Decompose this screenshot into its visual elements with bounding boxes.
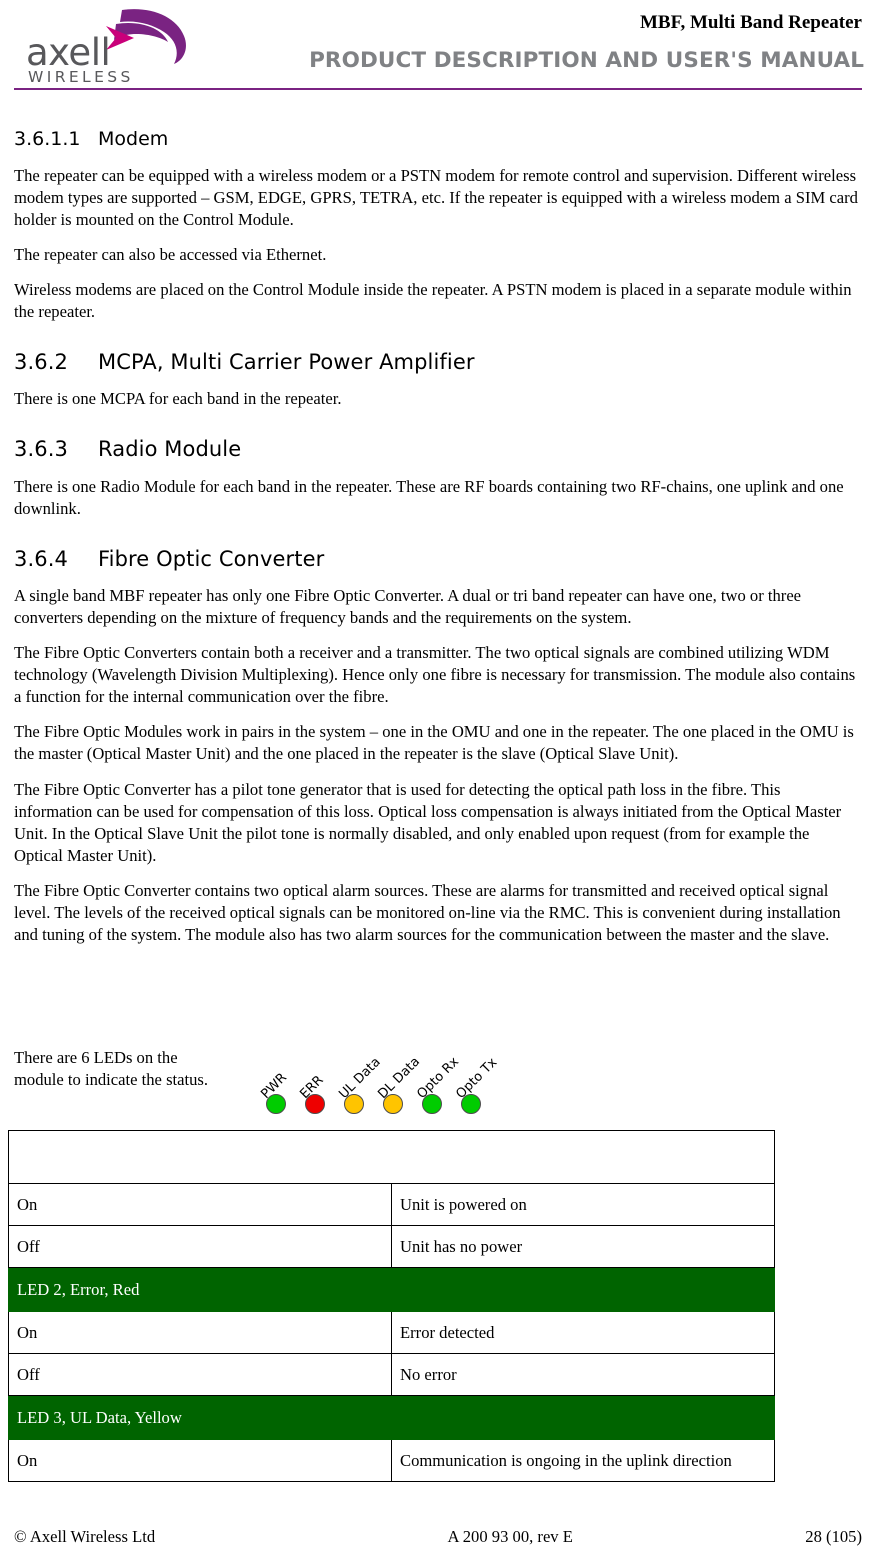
led-indicator-3 <box>383 1094 403 1114</box>
paragraph-fibre-optic-3: The Fibre Optic Modules work in pairs in… <box>14 722 854 764</box>
table-cell-group-label: LED 2, Error, Red <box>8 1267 775 1312</box>
heading-radio-module-title: Radio Module <box>98 437 242 462</box>
document-body: 3.6.1.1 Modem The repeater can be equippe… <box>14 128 862 946</box>
led-indicator-row <box>266 1092 556 1118</box>
heading-fibre-optic: 3.6.4 Fibre Optic Converter <box>14 546 862 572</box>
page-header: axell WIRELESS MBF, Multi Band Repeater … <box>0 0 876 92</box>
paragraph-fibre-optic-4: The Fibre Optic Converter has a pilot to… <box>14 779 842 865</box>
table-cell-blank <box>8 1130 775 1184</box>
table-row: Off Unit has no power <box>8 1225 775 1268</box>
led-module-diagram: PWR ERR UL Data DL Data Opto Rx Opto Tx <box>258 1040 556 1125</box>
heading-fibre-optic-title: Fibre Optic Converter <box>98 546 325 571</box>
header-document-subtitle: PRODUCT DESCRIPTION AND USER'S MANUAL <box>309 48 864 73</box>
table-cell-state: On <box>8 1311 392 1354</box>
heading-mcpa: 3.6.2 MCPA, Multi Carrier Power Amplifier <box>14 349 862 375</box>
heading-radio-module-number: 3.6.3 <box>14 437 68 462</box>
table-cell-description: No error <box>391 1353 775 1396</box>
heading-mcpa-number: 3.6.2 <box>14 350 68 375</box>
table-row-blank <box>8 1130 775 1184</box>
table-row: On Unit is powered on <box>8 1183 775 1226</box>
paragraph-fibre-optic-2: The Fibre Optic Converters contain both … <box>14 643 856 707</box>
led-figure-note: There are 6 LEDs on the module to indica… <box>14 1048 209 1090</box>
axell-wireless-logo: axell WIRELESS <box>14 8 204 86</box>
logo-brand-text: axell <box>26 31 111 74</box>
table-cell-state: On <box>8 1439 392 1482</box>
paragraph-modem-1: The repeater can be equipped with a wire… <box>14 165 858 229</box>
led-status-table: On Unit is powered on Off Unit has no power… <box>8 1130 775 1482</box>
paragraph-fibre-optic-5: The Fibre Optic Converter contains two o… <box>14 880 841 944</box>
led-figure-block: There are 6 LEDs on the module to indica… <box>14 1040 862 1125</box>
led-indicator-4 <box>422 1094 442 1114</box>
led-indicator-5 <box>461 1094 481 1114</box>
table-cell-state: On <box>8 1183 392 1226</box>
paragraph-modem-3: Wireless modems are placed on the Contro… <box>14 280 852 322</box>
heading-mcpa-title: MCPA, Multi Carrier Power Amplifier <box>98 350 475 375</box>
table-cell-state: Off <box>8 1353 392 1396</box>
footer-page-number: 28 (105) <box>805 1527 862 1546</box>
footer-copyright: © Axell Wireless Ltd <box>14 1527 156 1546</box>
led-status-table-body: On Unit is powered on Off Unit has no power… <box>8 1130 775 1482</box>
led-indicator-1 <box>305 1094 325 1114</box>
heading-modem-title: Modem <box>98 128 169 150</box>
paragraph-modem-2: The repeater can also be accessed via Et… <box>14 244 327 264</box>
table-row-group-header: LED 3, UL Data, Yellow <box>8 1395 775 1440</box>
page-footer: © Axell Wireless Ltd A 200 93 00, rev E … <box>14 1527 862 1547</box>
table-cell-group-label: LED 3, UL Data, Yellow <box>8 1395 775 1440</box>
table-cell-state: Off <box>8 1225 392 1268</box>
paragraph-radio-module-1: There is one Radio Module for each band … <box>14 476 844 518</box>
heading-modem: 3.6.1.1 Modem <box>14 128 862 152</box>
led-indicator-0 <box>266 1094 286 1114</box>
table-row: Off No error <box>8 1353 775 1396</box>
paragraph-fibre-optic-1: A single band MBF repeater has only one … <box>14 586 802 628</box>
table-cell-description: Unit has no power <box>391 1225 775 1268</box>
paragraph-mcpa-1: There is one MCPA for each band in the r… <box>14 389 342 409</box>
table-cell-description: Error detected <box>391 1311 775 1354</box>
header-document-title: MBF, Multi Band Repeater <box>639 12 862 33</box>
table-row: On Communication is ongoing in the uplink… <box>8 1439 775 1482</box>
heading-radio-module: 3.6.3 Radio Module <box>14 436 862 462</box>
heading-fibre-optic-number: 3.6.4 <box>14 546 68 571</box>
table-cell-description: Unit is powered on <box>391 1183 775 1226</box>
logo-tagline-text: WIRELESS <box>28 68 134 86</box>
header-divider <box>14 88 862 90</box>
table-cell-description: Communication is ongoing in the uplink d… <box>391 1439 775 1482</box>
led-indicator-2 <box>344 1094 364 1114</box>
footer-doc-reference: A 200 93 00, rev E <box>447 1527 573 1546</box>
heading-modem-number: 3.6.1.1 <box>14 128 81 150</box>
table-row: On Error detected <box>8 1311 775 1354</box>
table-row-group-header: LED 2, Error, Red <box>8 1267 775 1312</box>
